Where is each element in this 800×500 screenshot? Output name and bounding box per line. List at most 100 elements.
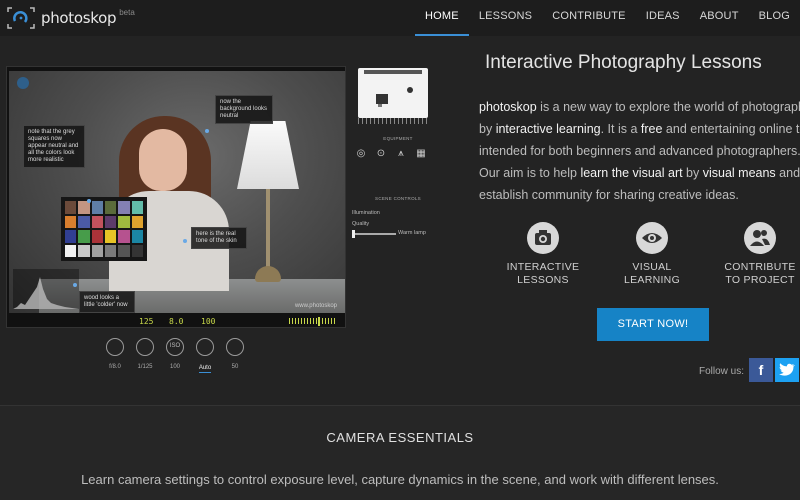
highlight-text: interactive learning <box>495 122 601 136</box>
nav-blog[interactable]: BLOG <box>749 0 800 36</box>
checker-patch <box>131 201 143 214</box>
model-face <box>139 129 187 191</box>
tripod-icon[interactable]: ⩚ <box>394 148 408 160</box>
camera-body-icon[interactable]: ⊙ <box>374 148 388 160</box>
control-white-balance[interactable]: Auto <box>190 338 220 374</box>
logo-icon <box>7 7 35 29</box>
body-text: . It is a <box>600 122 641 136</box>
control-shutter[interactable]: 1/125 <box>130 338 160 374</box>
scene-photo[interactable]: now the background looks neutral note th… <box>9 71 345 313</box>
lamp-base <box>255 266 281 282</box>
control-value: 50 <box>231 364 239 370</box>
checker-patch <box>78 215 90 228</box>
feature-label-line: CONTRIBUTE <box>724 261 796 273</box>
feature-visual[interactable]: VISUAL LEARNING <box>607 222 697 287</box>
highlight-text: photoskop <box>479 100 537 114</box>
histogram <box>13 269 79 309</box>
section-subtitle: Learn camera settings to control exposur… <box>81 472 719 487</box>
lamp-stem <box>266 189 270 269</box>
checker-patch <box>78 244 90 257</box>
checker-patch <box>131 215 143 228</box>
iso-icon[interactable]: ISO <box>166 338 184 356</box>
white-balance-icon[interactable] <box>196 338 214 356</box>
slider-knob[interactable] <box>352 230 355 238</box>
illumination-label: Illumination <box>352 210 380 216</box>
note-marker[interactable] <box>73 283 77 287</box>
nav-home[interactable]: HOME <box>415 0 469 36</box>
exposure-meter <box>289 318 335 324</box>
checker-patch <box>104 244 117 257</box>
intro-line: by interactive learning. It is a free an… <box>479 118 800 140</box>
nav-links: HOME LESSONS CONTRIBUTE IDEAS ABOUT BLOG <box>415 0 800 36</box>
feature-contribute[interactable]: CONTRIBUTE TO PROJECT <box>715 222 800 287</box>
camera-icon[interactable]: ◎ <box>354 148 368 160</box>
nav-about[interactable]: ABOUT <box>690 0 749 36</box>
slider-value: Warm lamp <box>398 230 426 236</box>
checker-patch <box>65 201 77 214</box>
note-grey-squares: note that the grey squares now appear ne… <box>23 125 85 168</box>
photo-simulator[interactable]: now the background looks neutral note th… <box>6 66 346 328</box>
intro-line: establish community for sharing creative… <box>479 184 800 206</box>
twitter-icon[interactable] <box>775 358 799 382</box>
body-text: Our aim is to help <box>479 166 581 180</box>
intro-line: intended for both beginners and advanced… <box>479 140 800 162</box>
checker-patch <box>118 201 130 214</box>
checker-patch <box>91 201 103 214</box>
studio-ruler <box>358 118 428 124</box>
camera-readout: 125 8.0 100 <box>7 315 347 329</box>
users-icon[interactable] <box>744 222 776 254</box>
exposure-meter-marker <box>318 317 320 326</box>
checker-patch <box>104 201 117 214</box>
shutter-readout: 125 <box>139 317 154 326</box>
checker-patch <box>131 230 143 243</box>
checker-patch <box>65 244 77 257</box>
control-lens[interactable]: 50 <box>220 338 250 374</box>
color-checker-card <box>61 197 147 261</box>
feature-interactive[interactable]: INTERACTIVE LESSONS <box>498 222 588 287</box>
color-checker-icon[interactable]: ▦ <box>414 148 428 160</box>
note-marker[interactable] <box>205 129 209 133</box>
note-marker[interactable] <box>183 239 187 243</box>
studio-icon <box>364 70 422 107</box>
note-marker[interactable] <box>87 199 91 203</box>
checker-patch <box>78 230 90 243</box>
illumination-slider[interactable] <box>352 230 396 238</box>
nav-contribute[interactable]: CONTRIBUTE <box>542 0 636 36</box>
control-value: Auto <box>198 365 212 373</box>
feature-label-line: VISUAL <box>632 261 672 273</box>
highlight-text: free <box>640 122 663 136</box>
page-title: Interactive Photography Lessons <box>485 52 762 73</box>
logo[interactable]: photoskop beta <box>6 6 135 30</box>
checker-patch <box>118 230 130 243</box>
side-panel: EQUIPMENT ◎ ⊙ ⩚ ▦ SCENE CONTROLS Illumin… <box>348 66 448 246</box>
aperture-readout: 8.0 <box>169 317 184 326</box>
control-iso[interactable]: ISO 100 <box>160 338 190 374</box>
start-now-button[interactable]: START NOW! <box>597 308 709 341</box>
body-text: by <box>479 122 496 136</box>
equipment-title: EQUIPMENT <box>383 136 413 141</box>
checker-patch <box>118 215 130 228</box>
studio-preview[interactable] <box>358 68 428 118</box>
checker-patch <box>65 215 77 228</box>
aperture-icon[interactable] <box>106 338 124 356</box>
camera-icon[interactable] <box>527 222 559 254</box>
eye-icon[interactable] <box>636 222 668 254</box>
intro-text: photoskop is a new way to explore the wo… <box>479 96 800 206</box>
checker-patch <box>104 230 117 243</box>
nav-ideas[interactable]: IDEAS <box>636 0 690 36</box>
menu-icon[interactable] <box>17 77 29 89</box>
body-text: is a new way to explore the world of pho… <box>536 100 800 114</box>
shutter-icon[interactable] <box>136 338 154 356</box>
control-value: 100 <box>169 364 180 370</box>
control-aperture[interactable]: f/8.0 <box>100 338 130 374</box>
body-text: and entertaining online tool <box>665 122 800 136</box>
note-background: now the background looks neutral <box>215 95 273 124</box>
intro-line: Our aim is to help learn the visual art … <box>479 162 800 184</box>
brand-name: photoskop <box>41 9 117 27</box>
camera-controls: f/8.0 1/125 ISO 100 Auto 50 <box>100 338 250 374</box>
nav-lessons[interactable]: LESSONS <box>469 0 542 36</box>
facebook-icon[interactable]: f <box>749 358 773 382</box>
checker-patch <box>91 244 103 257</box>
note-wood: wood looks a little 'colder' now <box>79 291 135 313</box>
lens-icon[interactable] <box>226 338 244 356</box>
